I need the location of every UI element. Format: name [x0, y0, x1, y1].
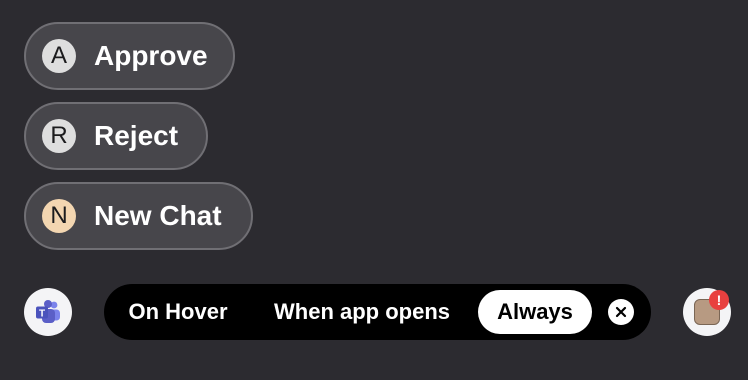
svg-text:T: T — [39, 308, 45, 319]
new-chat-button[interactable]: N New Chat — [24, 182, 253, 250]
notification-badge: ! — [709, 290, 729, 310]
new-chat-shortcut-badge: N — [42, 199, 76, 233]
reject-button[interactable]: R Reject — [24, 102, 208, 170]
teams-icon: T — [36, 300, 60, 323]
user-avatar-button[interactable]: ! — [683, 288, 731, 336]
reject-shortcut-badge: R — [42, 119, 76, 153]
reject-label: Reject — [94, 120, 179, 151]
approve-button[interactable]: A Approve — [24, 22, 235, 90]
close-button[interactable] — [608, 299, 634, 325]
option-when-app-opens[interactable]: When app opens — [256, 290, 468, 334]
approve-shortcut-badge: A — [42, 39, 76, 73]
close-icon — [615, 306, 627, 318]
new-chat-label: New Chat — [94, 200, 222, 231]
option-always[interactable]: Always — [478, 290, 592, 334]
approve-label: Approve — [94, 40, 208, 71]
teams-app-button[interactable]: T — [24, 288, 72, 336]
option-on-hover[interactable]: On Hover — [112, 290, 244, 334]
visibility-selector: On Hover When app opens Always — [104, 284, 651, 340]
